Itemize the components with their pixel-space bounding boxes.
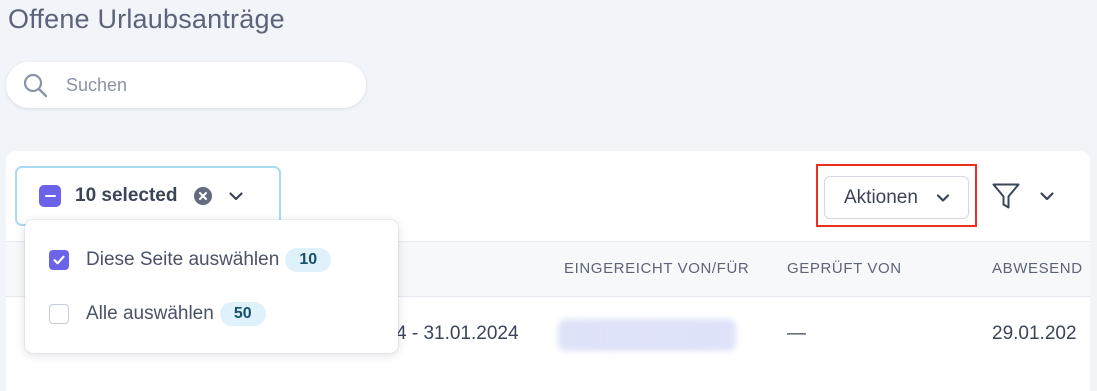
indeterminate-checkbox[interactable] (39, 185, 61, 207)
chevron-down-icon (936, 194, 950, 202)
menu-item-label: Diese Seite auswählen (86, 249, 280, 270)
filter-icon[interactable] (990, 180, 1022, 212)
column-header-absent[interactable]: ABWESEND (992, 260, 1083, 277)
checkbox-unchecked[interactable] (49, 304, 69, 324)
selection-button[interactable]: 10 selected (15, 166, 281, 226)
page-title: Offene Urlaubsanträge (8, 4, 285, 34)
menu-item-label: Alle auswählen (86, 303, 214, 324)
cell-reviewed-by: — (787, 323, 806, 344)
count-badge: 50 (219, 302, 266, 326)
checkbox-checked[interactable] (49, 250, 69, 270)
search-input[interactable] (64, 73, 328, 97)
check-icon (53, 255, 65, 265)
search-box[interactable] (6, 62, 366, 108)
actions-label: Aktionen (844, 186, 918, 208)
chevron-down-icon[interactable] (1037, 186, 1057, 206)
search-icon (23, 73, 48, 98)
column-header-submitted-by[interactable]: EINGEREICHT VON/FÜR (564, 260, 749, 277)
actions-dropdown[interactable]: Aktionen (824, 176, 969, 219)
blurred-name (558, 319, 736, 351)
selection-count-label: 10 selected (75, 185, 178, 206)
count-badge: 10 (285, 248, 332, 272)
chevron-down-icon[interactable] (226, 186, 246, 206)
clear-selection-icon[interactable] (193, 186, 213, 206)
cell-period: 4 - 31.01.2024 (396, 323, 519, 344)
menu-item-select-page[interactable]: Diese Seite auswählen 10 (49, 245, 332, 275)
cell-absent: 29.01.202 (992, 323, 1077, 344)
column-header-reviewed-by[interactable]: GEPRÜFT VON (787, 260, 902, 277)
selection-dropdown-menu: Diese Seite auswählen 10 Alle auswählen … (25, 220, 398, 353)
menu-item-select-all[interactable]: Alle auswählen 50 (49, 299, 266, 329)
